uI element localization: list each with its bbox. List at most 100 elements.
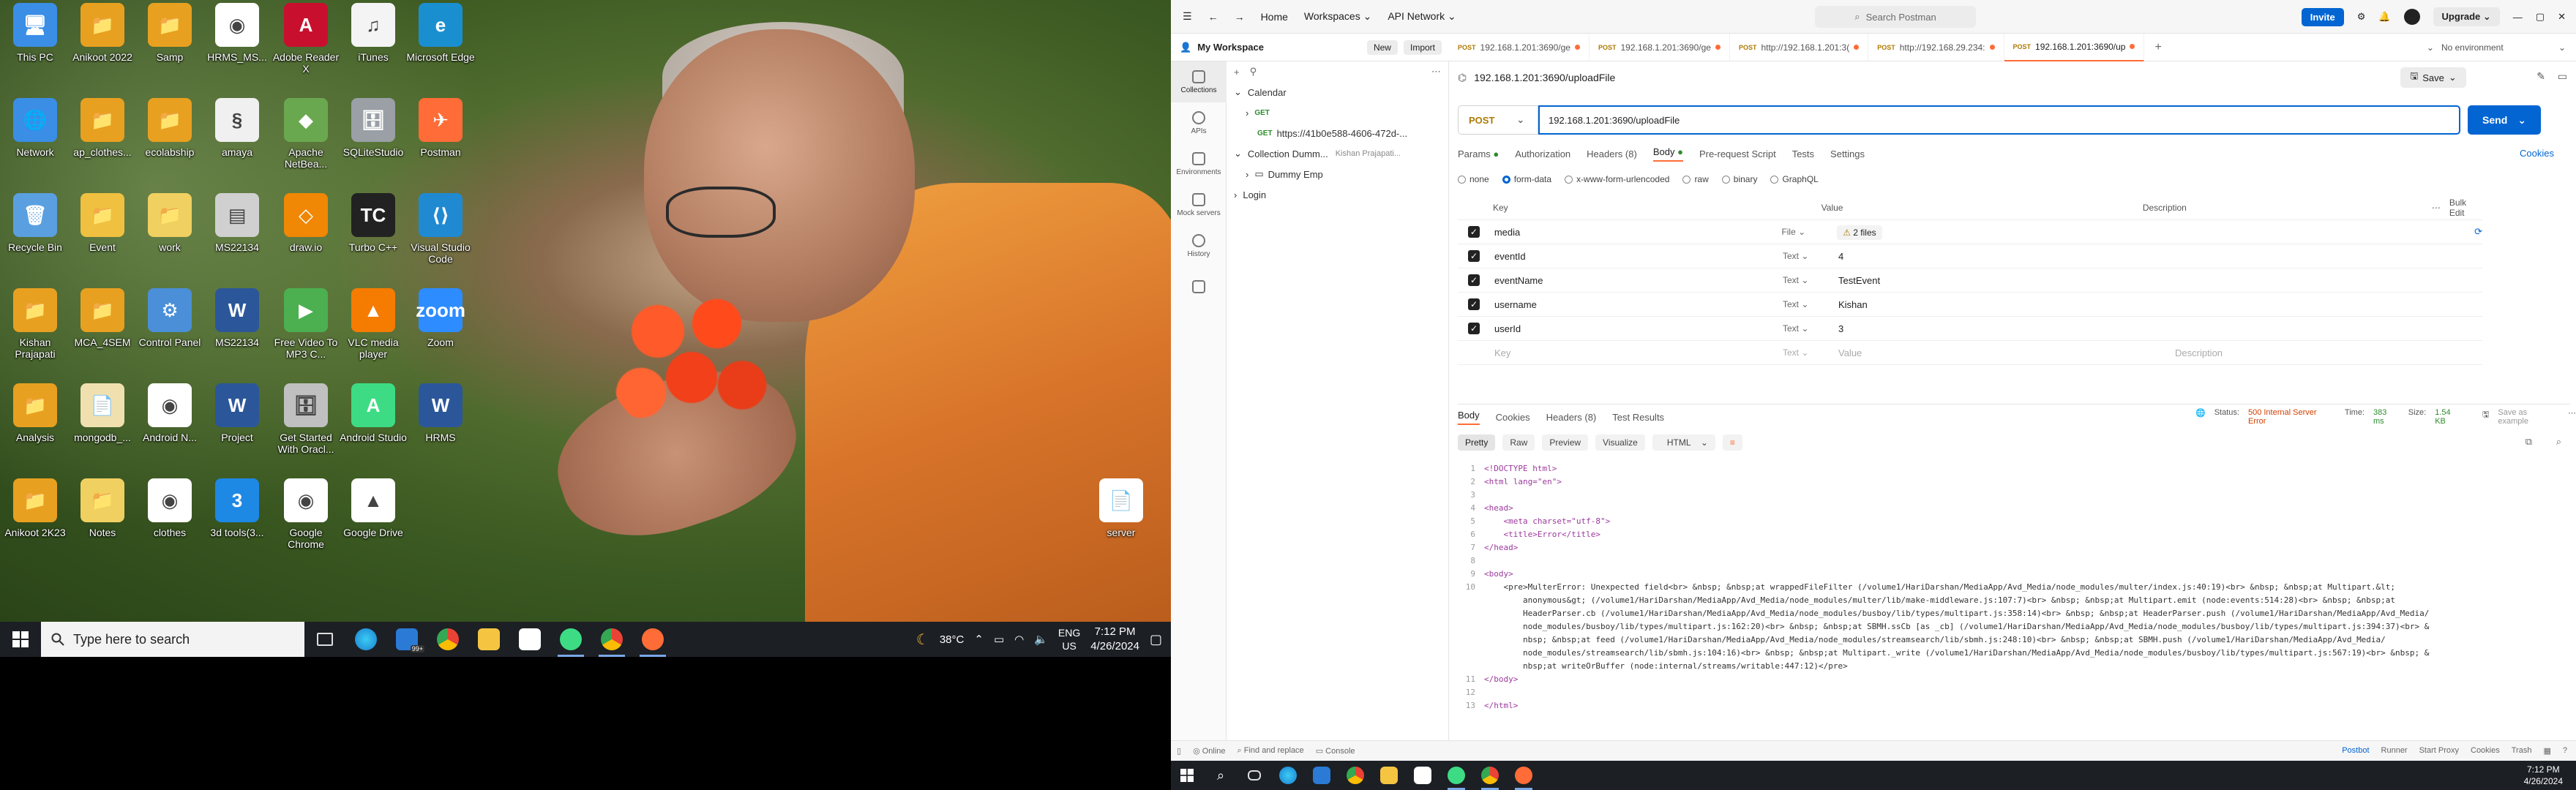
- tab-headers[interactable]: Headers (8): [1587, 148, 1637, 159]
- bell-icon[interactable]: 🔔: [2378, 11, 2390, 23]
- checkbox-checked-icon[interactable]: ✓: [1468, 298, 1480, 310]
- kv-type-select[interactable]: File ⌄: [1781, 227, 1832, 237]
- checkbox-checked-icon[interactable]: ✓: [1468, 323, 1480, 334]
- menu-icon[interactable]: ☰: [1183, 10, 1192, 23]
- taskbar-clock[interactable]: 7:12 PM 4/26/2024: [1090, 625, 1139, 654]
- taskbar-chrome[interactable]: [427, 622, 468, 657]
- format-select[interactable]: HTML ⌄: [1652, 434, 1715, 451]
- desktop-icon[interactable]: W HRMS: [405, 383, 476, 471]
- desktop-icon[interactable]: ◉ Google Chrome: [271, 478, 341, 566]
- kv-key[interactable]: media: [1490, 227, 1782, 238]
- notification-icon[interactable]: ▢: [1150, 632, 1162, 647]
- rail-mock-servers[interactable]: Mock servers: [1171, 184, 1227, 225]
- desktop-icon[interactable]: 🗄 SQLiteStudio: [338, 98, 408, 186]
- desktop-icon[interactable]: 📁 Analysis: [0, 383, 70, 471]
- send-button[interactable]: Send ⌄: [2468, 105, 2541, 135]
- request-title-text[interactable]: 192.168.1.201:3690/uploadFile: [1474, 72, 1615, 83]
- status-online[interactable]: ◎ Online: [1193, 746, 1225, 756]
- desktop-icon[interactable]: ◆ Apache NetBea...: [271, 98, 341, 186]
- minimize-icon[interactable]: —: [2513, 12, 2523, 23]
- nav-home[interactable]: Home: [1261, 11, 1288, 23]
- desktop-icon[interactable]: 3 3d tools(3...: [202, 478, 272, 566]
- taskbar-postman[interactable]: [632, 622, 673, 657]
- forward-arrow-icon[interactable]: →: [1235, 11, 1245, 23]
- request-tab[interactable]: POST http://192.168.1.201:3(: [1730, 33, 1869, 61]
- desktop-icon[interactable]: ▲ Google Drive: [338, 478, 408, 566]
- weather-temp[interactable]: 38°C: [940, 633, 965, 646]
- desktop-icon[interactable]: 🌐 Network: [0, 98, 70, 186]
- status-runner[interactable]: Runner: [2381, 746, 2408, 756]
- status-value[interactable]: 500 Internal Server Error: [2248, 408, 2336, 426]
- request-tab[interactable]: POST http://192.168.29.234:: [1868, 33, 2004, 61]
- request-tab[interactable]: POST 192.168.1.201:3690/up: [2004, 33, 2145, 61]
- tab-body[interactable]: Body ●: [1652, 146, 1683, 162]
- desktop-icon[interactable]: W Project: [202, 383, 272, 471]
- tree-item-login[interactable]: › Login: [1227, 184, 1448, 205]
- edit-icon[interactable]: ✎: [2536, 70, 2545, 83]
- back-arrow-icon[interactable]: ←: [1208, 11, 1218, 23]
- kv-value[interactable]: TestEvent: [1834, 275, 2171, 286]
- tree-item-collection-dummy[interactable]: ⌄ Collection Dumm... Kishan Prajapati...: [1227, 143, 1448, 164]
- desktop-icon[interactable]: 🗑 Recycle Bin: [0, 193, 70, 281]
- body-option-raw[interactable]: raw: [1682, 174, 1709, 184]
- url-input[interactable]: 192.168.1.201:3690/uploadFile: [1538, 105, 2460, 135]
- taskbar-mail[interactable]: 99+: [386, 622, 427, 657]
- rail-configure[interactable]: [1171, 266, 1227, 307]
- status-console[interactable]: ▭ Console: [1316, 746, 1355, 756]
- wifi-icon[interactable]: ◠: [1014, 633, 1024, 646]
- layout-icon[interactable]: ▦: [2543, 746, 2550, 756]
- kv-key[interactable]: userId: [1490, 323, 1783, 334]
- view-pretty[interactable]: Pretty: [1458, 434, 1496, 451]
- start-button[interactable]: [1171, 761, 1203, 790]
- nav-api-network[interactable]: API Network ⌄: [1388, 10, 1456, 23]
- kv-type-select[interactable]: Text ⌄: [1783, 299, 1834, 309]
- taskbar-store[interactable]: [509, 622, 550, 657]
- start-button[interactable]: [0, 622, 41, 657]
- nav-workspaces[interactable]: Workspaces ⌄: [1304, 10, 1371, 23]
- resp-tab-headers[interactable]: Headers (8): [1546, 412, 1597, 423]
- postman-search[interactable]: ⌕ Search Postman: [1815, 6, 1976, 28]
- checkbox-checked-icon[interactable]: ✓: [1468, 274, 1480, 286]
- desktop-icon[interactable]: 📁 ap_clothes...: [67, 98, 138, 186]
- desktop-icon[interactable]: A Android Studio: [338, 383, 408, 471]
- kv-value[interactable]: 3: [1834, 323, 2171, 334]
- body-option-urlencoded[interactable]: x-www-form-urlencoded: [1565, 174, 1669, 184]
- body-option-form-data[interactable]: form-data: [1502, 174, 1551, 184]
- taskbar-explorer[interactable]: [468, 622, 509, 657]
- desktop-icon[interactable]: W MS22134: [202, 288, 272, 376]
- status-trash[interactable]: Trash: [2512, 746, 2532, 756]
- taskbar-explorer[interactable]: [1373, 761, 1405, 790]
- resp-tab-body[interactable]: Body: [1458, 410, 1480, 425]
- save-button[interactable]: 🖫 Save ⌄: [2400, 67, 2466, 88]
- wrap-lines-icon[interactable]: ≡: [1722, 434, 1742, 451]
- volume-icon[interactable]: 🔈: [1034, 633, 1048, 646]
- checkbox-checked-icon[interactable]: ✓: [1468, 250, 1480, 262]
- rail-apis[interactable]: APIs: [1171, 102, 1227, 143]
- taskbar-mail[interactable]: [1306, 761, 1338, 790]
- key-placeholder[interactable]: Key: [1490, 347, 1783, 358]
- taskbar-clock[interactable]: 7:12 PM 4/26/2024: [2524, 764, 2576, 787]
- taskbar-chrome-2[interactable]: [591, 622, 632, 657]
- workspace-name[interactable]: My Workspace: [1197, 42, 1264, 53]
- desktop-icon[interactable]: 📄 server: [1086, 478, 1156, 566]
- desktop-icon[interactable]: 📁 Notes: [67, 478, 138, 566]
- filter-icon[interactable]: ⚲: [1250, 66, 1257, 78]
- kv-key[interactable]: eventName: [1490, 275, 1783, 286]
- desktop-icon[interactable]: 🖥 This PC: [0, 3, 70, 91]
- method-select[interactable]: POST ⌄: [1458, 105, 1538, 135]
- status-start-proxy[interactable]: Start Proxy: [2419, 746, 2459, 756]
- sync-icon[interactable]: ⟳: [2474, 226, 2482, 238]
- kv-value[interactable]: 4: [1834, 251, 2171, 262]
- taskbar-android-studio[interactable]: [550, 622, 591, 657]
- taskbar-store[interactable]: [1407, 761, 1439, 790]
- upgrade-button[interactable]: Upgrade ⌄: [2433, 7, 2500, 26]
- view-raw[interactable]: Raw: [1502, 434, 1535, 451]
- sidebar-toggle-icon[interactable]: ▯: [1177, 746, 1181, 756]
- desktop-icon[interactable]: ⚙ Control Panel: [135, 288, 205, 376]
- taskbar-edge[interactable]: [1272, 761, 1304, 790]
- desktop-icon[interactable]: 📁 Anikoot 2K23: [0, 478, 70, 566]
- time-value[interactable]: 383 ms: [2373, 408, 2400, 426]
- new-button[interactable]: New: [1366, 40, 1398, 55]
- tree-item-get-2[interactable]: GET https://41b0e588-4606-472d-...: [1227, 123, 1448, 143]
- desktop-icon[interactable]: ⟨⟩ Visual Studio Code: [405, 193, 476, 281]
